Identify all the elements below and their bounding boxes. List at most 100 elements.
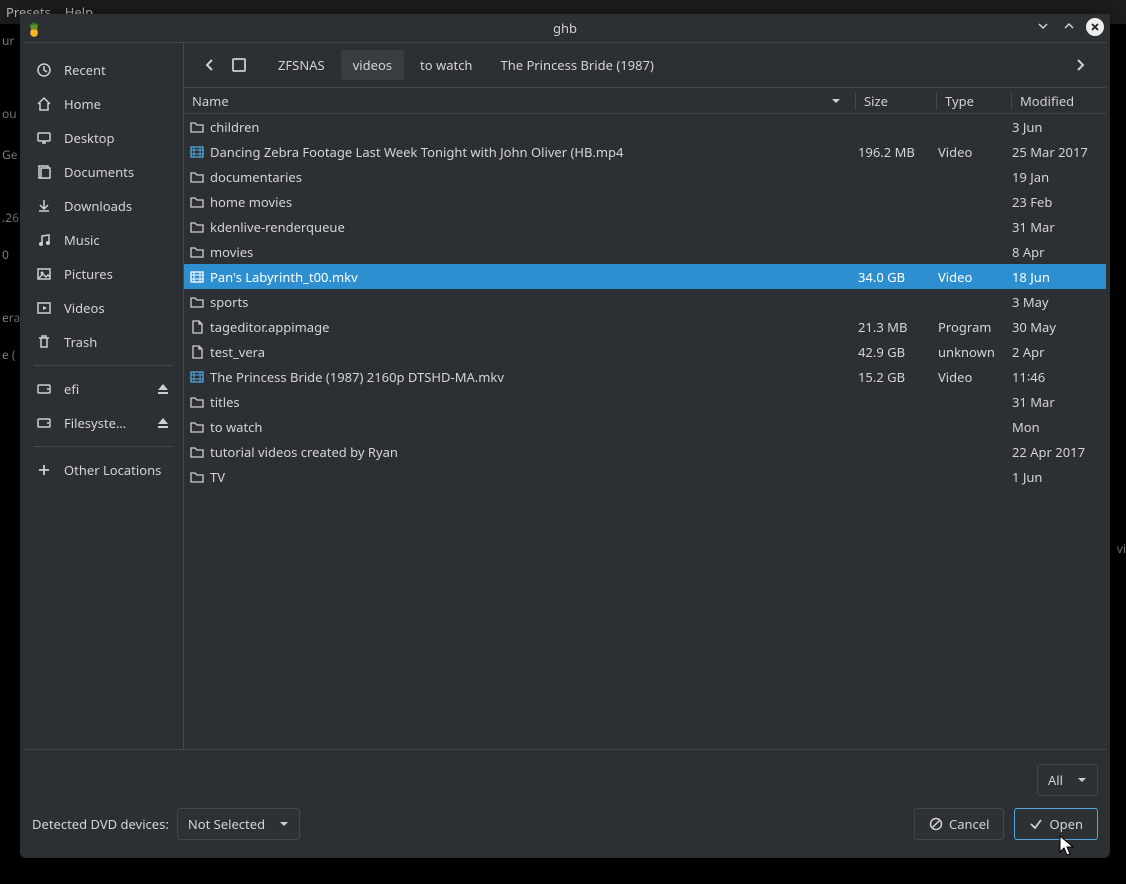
file-modified: 18 Jun bbox=[1012, 268, 1106, 286]
file-row[interactable]: documentaries19 Jan bbox=[184, 164, 1106, 189]
file-name: TV bbox=[210, 468, 858, 486]
file-modified: 25 Mar 2017 bbox=[1012, 143, 1106, 161]
file-chooser-window: 🍍 ghb Recent HomeDesktop Documents Download… bbox=[20, 14, 1110, 858]
sidebar-item-trash[interactable]: Trash bbox=[24, 325, 183, 359]
video-icon bbox=[184, 369, 210, 385]
sidebar-item-label: Videos bbox=[64, 299, 105, 317]
file-modified: 3 Jun bbox=[1012, 118, 1106, 136]
nav-back-button[interactable] bbox=[196, 51, 224, 79]
window-minimize-button[interactable] bbox=[1034, 18, 1052, 36]
file-size: 21.3 MB bbox=[858, 318, 938, 336]
window-title: ghb bbox=[553, 19, 577, 37]
file-table: Name Size Type Modified children 3 Jun Dan… bbox=[184, 87, 1106, 749]
drive-icon bbox=[36, 415, 52, 431]
sidebar-item-label: Music bbox=[64, 231, 100, 249]
file-row[interactable]: Pan's Labyrinth_t00.mkv34.0 GBVideo18 Ju… bbox=[184, 264, 1106, 289]
sidebar-separator bbox=[34, 446, 173, 447]
file-row[interactable]: movies8 Apr bbox=[184, 239, 1106, 264]
cancel-icon bbox=[929, 817, 943, 831]
file-name: Dancing Zebra Footage Last Week Tonight … bbox=[210, 143, 858, 161]
sidebar-item-desktop[interactable]: Desktop bbox=[24, 121, 183, 155]
file-pane: ZFSNASvideosto watchThe Princess Bride (… bbox=[184, 43, 1106, 749]
column-header-modified[interactable]: Modified bbox=[1012, 92, 1106, 110]
file-row[interactable]: tageditor.appimage21.3 MBProgram30 May bbox=[184, 314, 1106, 339]
file-name: sports bbox=[210, 293, 858, 311]
nav-forward-button[interactable] bbox=[1066, 51, 1094, 79]
sidebar-item-label: Other Locations bbox=[64, 461, 161, 479]
sidebar-item-pictures[interactable]: Pictures bbox=[24, 257, 183, 291]
file-type: Video bbox=[938, 143, 1012, 161]
folder-icon bbox=[184, 419, 210, 435]
check-icon bbox=[1029, 817, 1043, 831]
file-name: test_vera bbox=[210, 343, 858, 361]
chevron-down-icon bbox=[1077, 776, 1087, 784]
folder-icon bbox=[184, 119, 210, 135]
file-row[interactable]: titles31 Mar bbox=[184, 389, 1106, 414]
file-modified: 1 Jun bbox=[1012, 468, 1106, 486]
file-type: Video bbox=[938, 268, 1012, 286]
sidebar-separator bbox=[34, 365, 173, 366]
app-icon: 🍍 bbox=[26, 20, 42, 38]
eject-button[interactable] bbox=[155, 415, 171, 431]
sidebar-item-recent[interactable]: Recent bbox=[24, 53, 183, 87]
file-type-filter[interactable]: All bbox=[1037, 764, 1098, 796]
sidebar-item-downloads[interactable]: Downloads bbox=[24, 189, 183, 223]
file-row[interactable]: children 3 Jun bbox=[184, 114, 1106, 139]
file-name: The Princess Bride (1987) 2160p DTSHD-MA… bbox=[210, 368, 858, 386]
sidebar-item-label: Documents bbox=[64, 163, 134, 181]
file-row[interactable]: kdenlive-renderqueue31 Mar bbox=[184, 214, 1106, 239]
window-close-button[interactable] bbox=[1086, 18, 1104, 36]
open-button[interactable]: Open bbox=[1014, 808, 1098, 840]
dvd-devices-selector[interactable]: Not Selected bbox=[177, 808, 300, 840]
video-icon bbox=[184, 144, 210, 160]
breadcrumb-segment[interactable]: The Princess Bride (1987) bbox=[488, 50, 665, 80]
column-header-name[interactable]: Name bbox=[184, 92, 855, 110]
file-row[interactable]: home movies23 Feb bbox=[184, 189, 1106, 214]
sidebar-mount-filesystem[interactable]: Filesyste… bbox=[24, 406, 183, 440]
file-row[interactable]: test_vera42.9 GBunknown2 Apr bbox=[184, 339, 1106, 364]
path-bar: ZFSNASvideosto watchThe Princess Bride (… bbox=[184, 43, 1106, 87]
column-header-size[interactable]: Size bbox=[856, 92, 936, 110]
file-row[interactable]: sports3 May bbox=[184, 289, 1106, 314]
table-header: Name Size Type Modified bbox=[184, 88, 1106, 114]
file-type: Video bbox=[938, 368, 1012, 386]
file-row[interactable]: tutorial videos created by Ryan22 Apr 20… bbox=[184, 439, 1106, 464]
cancel-button[interactable]: Cancel bbox=[914, 808, 1004, 840]
file-type-filter-label: All bbox=[1048, 771, 1063, 789]
sidebar-other-locations[interactable]: Other Locations bbox=[24, 453, 183, 487]
dvd-devices-label: Detected DVD devices: bbox=[32, 815, 169, 833]
sidebar-item-videos[interactable]: Videos bbox=[24, 291, 183, 325]
eject-button[interactable] bbox=[155, 381, 171, 397]
file-type: unknown bbox=[938, 343, 1012, 361]
breadcrumb-segment[interactable]: to watch bbox=[408, 50, 484, 80]
sidebar-item-music[interactable]: Music bbox=[24, 223, 183, 257]
file-modified: 22 Apr 2017 bbox=[1012, 443, 1106, 461]
breadcrumb-segment[interactable]: ZFSNAS bbox=[266, 50, 337, 80]
file-row[interactable]: to watchMon bbox=[184, 414, 1106, 439]
breadcrumb-segment[interactable]: videos bbox=[341, 50, 404, 80]
file-modified: 31 Mar bbox=[1012, 218, 1106, 236]
sidebar-item-documents[interactable]: Documents bbox=[24, 155, 183, 189]
sidebar-item-label: Recent bbox=[64, 61, 106, 79]
file-size: 196.2 MB bbox=[858, 143, 938, 161]
music-icon bbox=[36, 232, 52, 248]
filter-row: All bbox=[24, 750, 1106, 802]
column-header-type[interactable]: Type bbox=[937, 92, 1011, 110]
file-type: Program bbox=[938, 318, 1012, 336]
titlebar[interactable]: 🍍 ghb bbox=[20, 14, 1110, 42]
window-maximize-button[interactable] bbox=[1060, 18, 1078, 36]
file-list[interactable]: children 3 Jun Dancing Zebra Footage Last … bbox=[184, 114, 1106, 749]
file-row[interactable]: Dancing Zebra Footage Last Week Tonight … bbox=[184, 139, 1106, 164]
sidebar-mount-efi[interactable]: efi bbox=[24, 372, 183, 406]
file-row[interactable]: TV 1 Jun bbox=[184, 464, 1106, 489]
dialog-footer: Detected DVD devices: Not Selected Cance… bbox=[24, 802, 1106, 846]
file-row[interactable]: The Princess Bride (1987) 2160p DTSHD-MA… bbox=[184, 364, 1106, 389]
file-size: 15.2 GB bbox=[858, 368, 938, 386]
sidebar-item-home[interactable]: Home bbox=[24, 87, 183, 121]
folder-icon bbox=[184, 394, 210, 410]
file-modified: 30 May bbox=[1012, 318, 1106, 336]
background-right-fragment: vi bbox=[1117, 540, 1126, 557]
file-name: children bbox=[210, 118, 858, 136]
drive-root-button[interactable] bbox=[230, 51, 258, 79]
video-icon bbox=[184, 269, 210, 285]
